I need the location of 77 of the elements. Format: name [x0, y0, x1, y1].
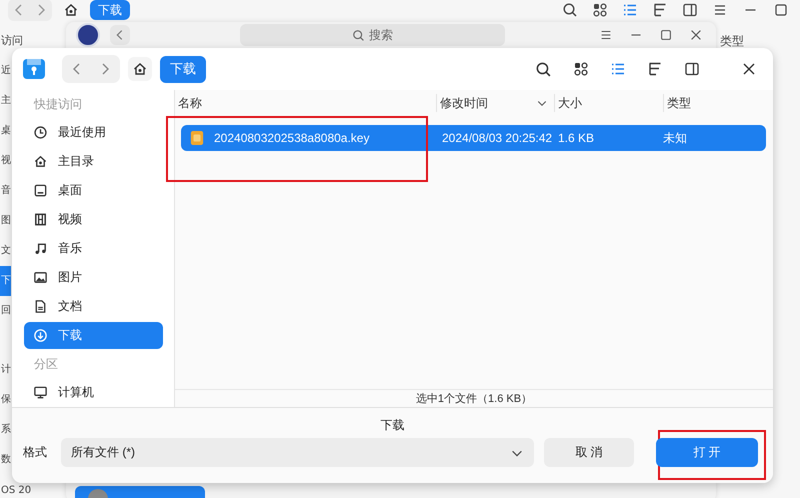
image-icon [33, 270, 48, 285]
sidebar-item[interactable]: 文档 [24, 293, 163, 320]
column-header[interactable]: 大小 [554, 94, 663, 112]
tree-view-icon [652, 2, 668, 18]
format-dropdown[interactable]: 所有文件 (*) [61, 438, 534, 467]
footer-title: 下载 [380, 417, 406, 434]
sidebar-item[interactable]: 主 [0, 86, 11, 116]
file-icon [190, 130, 204, 146]
home-icon [63, 2, 79, 18]
file-name: 20240803202538a8080a.key [214, 131, 370, 145]
column-header[interactable]: 类型 [663, 94, 773, 112]
minimize-icon [631, 34, 641, 36]
download-icon [33, 328, 48, 343]
sidebar-item[interactable]: 视频 [24, 206, 163, 233]
sidebar-item[interactable]: 计算机 [24, 379, 163, 406]
sidebar-item[interactable]: 桌面 [24, 177, 163, 204]
side-panel-icon [682, 2, 698, 18]
file-row[interactable]: 20240803202538a8080a.key 2024/08/03 20:25:42 1.6 KB 未知 [181, 125, 766, 151]
film-icon [33, 212, 48, 227]
sidebar-item[interactable]: 最近使用 [24, 119, 163, 146]
document-icon [33, 299, 48, 314]
search-icon [352, 28, 365, 42]
file-type: 未知 [663, 130, 688, 146]
folder-app-icon [22, 57, 46, 81]
close-icon [741, 61, 757, 77]
close-icon [689, 28, 703, 42]
modified-time: 2024/08/03 20:25:42 [442, 131, 554, 145]
cancel-button[interactable]: 取 消 [544, 438, 634, 467]
home-button[interactable] [128, 57, 152, 81]
sidebar-item[interactable]: 保 [0, 385, 11, 415]
location-button[interactable]: 下载 [90, 0, 130, 20]
location-button[interactable]: 下载 [160, 56, 206, 82]
sidebar-item[interactable]: 桌 [0, 116, 11, 146]
sidebar-item[interactable]: 音 [0, 176, 11, 206]
sidebar-item[interactable]: 图 [0, 206, 11, 236]
column-header[interactable]: 名称 [175, 94, 436, 112]
back-button[interactable] [110, 25, 130, 45]
side-panel-icon [684, 61, 700, 77]
file-size: 1.6 KB [558, 131, 596, 145]
maximize-icon [659, 28, 673, 42]
list-view-icon [622, 2, 638, 18]
open-button[interactable]: 打 开 [656, 438, 758, 467]
sidebar-item[interactable]: OS 20 [0, 485, 32, 497]
computer-icon [33, 385, 48, 400]
minimize-icon [745, 9, 756, 11]
list-view-icon [610, 61, 626, 77]
tree-view-icon [647, 61, 663, 77]
sidebar-item[interactable]: 近 [0, 56, 11, 86]
sidebar-item[interactable]: 数 [0, 445, 11, 475]
grid-view-icon [592, 2, 608, 18]
sidebar-item[interactable]: 下载 [24, 322, 163, 349]
sidebar-item[interactable]: 主目录 [24, 148, 163, 175]
home-icon [132, 61, 148, 77]
sidebar-item[interactable]: 文 [0, 236, 11, 266]
sidebar-item[interactable]: 音乐 [24, 235, 163, 262]
monitor-icon [33, 183, 48, 198]
menu-icon [599, 28, 613, 42]
sidebar-item[interactable]: 计 [0, 355, 11, 385]
format-label: 格式 [23, 444, 47, 461]
grid-view-icon [573, 61, 589, 77]
sidebar-item[interactable]: 回 [0, 296, 11, 326]
section-heading: 快捷访问 [32, 96, 83, 112]
sidebar-item[interactable]: 图片 [24, 264, 163, 291]
search-field[interactable]: 搜索 [240, 24, 505, 46]
section-heading: 分区 [33, 356, 59, 372]
search-icon [562, 2, 578, 18]
column-header: 类型 [720, 33, 744, 50]
clock-icon [33, 125, 48, 140]
music-note-icon [33, 241, 48, 256]
sidebar-item[interactable]: 系 [0, 415, 11, 445]
sidebar-item[interactable]: 视 [0, 146, 11, 176]
search-icon [535, 60, 552, 78]
app-logo-icon [76, 23, 100, 47]
sidebar-item[interactable]: 下 [0, 266, 11, 296]
maximize-icon [773, 2, 789, 18]
column-header[interactable]: 修改时间 [436, 94, 554, 112]
home-icon [33, 154, 48, 169]
